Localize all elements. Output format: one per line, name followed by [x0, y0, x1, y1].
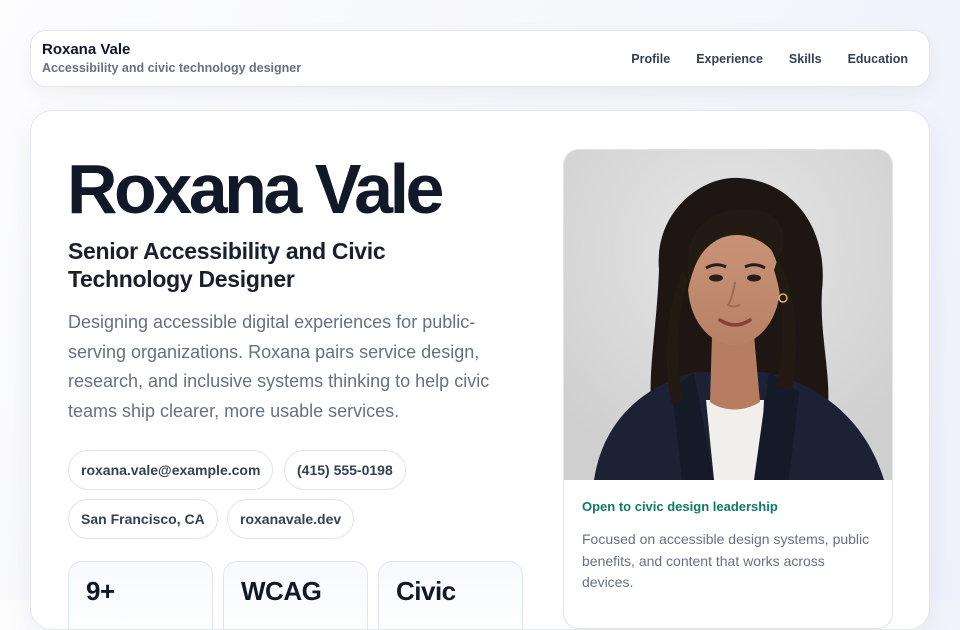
nav-link-skills[interactable]: Skills	[789, 52, 822, 66]
nav-link-education[interactable]: Education	[848, 52, 908, 66]
location-chip: San Francisco, CA	[68, 499, 218, 539]
profile-photo-card: Open to civic design leadership Focused …	[563, 149, 893, 629]
site-header: Roxana Vale Accessibility and civic tech…	[30, 30, 930, 87]
hero-summary: Designing accessible digital experiences…	[68, 312, 490, 421]
portrait-illustration	[564, 150, 892, 480]
nav-link-profile[interactable]: Profile	[631, 52, 670, 66]
focus-description: Focused on accessible design systems, pu…	[582, 531, 870, 590]
stat-card-standards: WCAG	[223, 561, 368, 629]
nav-link-experience[interactable]: Experience	[696, 52, 763, 66]
email-chip[interactable]: roxana.vale@example.com	[68, 450, 274, 490]
portrait-photo	[564, 150, 892, 480]
hero-name: Roxana Vale	[67, 150, 444, 228]
brand-name[interactable]: Roxana Vale	[42, 41, 130, 58]
main-nav: Profile Experience Skills Education	[631, 52, 908, 66]
availability-status: Open to civic design leadership	[582, 499, 778, 514]
phone-chip[interactable]: (415) 555-0198	[284, 450, 406, 490]
brand-tagline: Accessibility and civic technology desig…	[42, 61, 302, 75]
stat-card-experience: 9+	[68, 561, 213, 629]
stat-value: 9+	[86, 576, 115, 606]
stat-card-sector: Civic	[378, 561, 523, 629]
stat-value: WCAG	[241, 576, 322, 606]
hero-title: Senior Accessibility and Civic Technolog…	[68, 238, 386, 292]
profile-hero-card: Roxana Vale Senior Accessibility and Civ…	[30, 110, 930, 630]
website-chip[interactable]: roxanavale.dev	[227, 499, 355, 539]
stat-value: Civic	[396, 576, 456, 606]
